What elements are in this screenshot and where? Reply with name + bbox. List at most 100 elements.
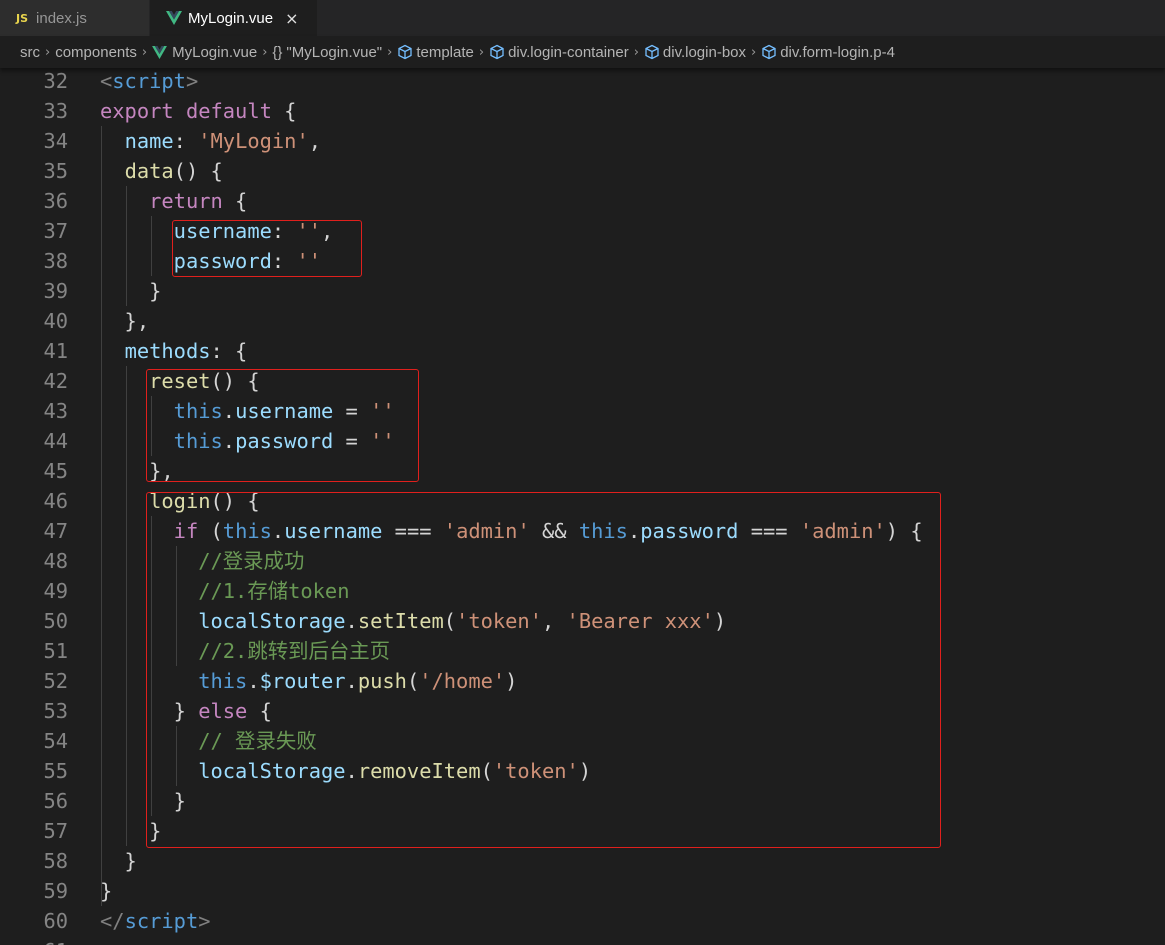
line-number: 51 — [43, 639, 68, 663]
chevron-right-icon: › — [262, 44, 268, 60]
code-token: methods — [124, 339, 211, 363]
line-number: 33 — [43, 99, 68, 123]
breadcrumb-file[interactable]: MyLogin.vue — [172, 44, 257, 61]
code-token: script — [112, 69, 186, 93]
chevron-right-icon: › — [141, 44, 148, 60]
chevron-right-icon: › — [45, 44, 51, 60]
code-token: script — [124, 909, 199, 933]
code-line: 34 name: 'MyLogin', — [0, 126, 1165, 156]
code-line: 35 data() { — [0, 156, 1165, 186]
code-token: } — [100, 879, 113, 903]
tab-index-js[interactable]: JS index.js — [0, 0, 150, 36]
code-text: methods: { — [100, 336, 248, 366]
line-number: 61 — [0, 936, 68, 945]
cube-icon — [397, 44, 413, 60]
cube-icon — [761, 44, 777, 60]
line-number: 46 — [43, 489, 68, 513]
code-line: 60 </script> — [0, 906, 1165, 936]
tab-mylogin-vue[interactable]: MyLogin.vue × — [150, 0, 318, 36]
line-number: 32 — [43, 69, 68, 93]
line-number: 54 — [43, 729, 68, 753]
close-tab-icon[interactable]: × — [285, 9, 298, 28]
code-text: return { — [100, 186, 247, 216]
code-token: () { — [173, 159, 223, 183]
line-number: 60 — [43, 909, 68, 933]
code-token: < — [100, 69, 113, 93]
code-text: <script> — [100, 66, 198, 96]
line-number: 37 — [43, 219, 68, 243]
code-line: 33 export default { — [0, 96, 1165, 126]
chevron-right-icon: › — [633, 44, 639, 60]
code-token: > — [185, 69, 199, 93]
breadcrumb-object[interactable]: "MyLogin.vue" — [286, 44, 382, 61]
code-token: return — [149, 189, 223, 213]
code-text: }, — [100, 306, 150, 336]
line-number: 34 — [43, 129, 68, 153]
code-token: data — [124, 159, 174, 183]
line-number: 47 — [43, 519, 68, 543]
code-token: export — [100, 99, 174, 123]
code-line: 41 methods: { — [0, 336, 1165, 366]
breadcrumb-src[interactable]: src — [20, 44, 40, 61]
breadcrumb-components[interactable]: components — [55, 44, 137, 61]
chevron-right-icon: › — [751, 44, 757, 60]
line-number: 36 — [43, 189, 68, 213]
breadcrumb-login-box[interactable]: div.login-box — [663, 44, 746, 61]
breadcrumb-template[interactable]: template — [416, 44, 474, 61]
code-text: data() { — [100, 156, 223, 186]
vue-file-icon — [152, 45, 168, 59]
object-braces-icon: {} — [272, 43, 283, 61]
line-number: 40 — [43, 309, 68, 333]
code-text: } — [100, 276, 161, 306]
cube-icon — [644, 44, 660, 60]
line-number: 49 — [43, 579, 68, 603]
code-token: : — [173, 129, 199, 153]
breadcrumb-login-container[interactable]: div.login-container — [508, 44, 629, 61]
breadcrumb-form-login[interactable]: div.form-login.p-4 — [780, 44, 895, 61]
code-token: default — [185, 99, 272, 123]
line-number: 38 — [43, 249, 68, 273]
code-token: : { — [210, 339, 248, 363]
line-number: 50 — [43, 609, 68, 633]
code-text: name: 'MyLogin', — [100, 126, 321, 156]
line-number: 58 — [43, 849, 68, 873]
code-token: } — [100, 849, 137, 873]
editor-tab-bar: JS index.js MyLogin.vue × — [0, 0, 1165, 36]
code-token: name — [124, 129, 174, 153]
code-token: > — [198, 909, 211, 933]
line-number: 39 — [43, 279, 68, 303]
code-line: 58 } — [0, 846, 1165, 876]
code-line: 32 <script> — [0, 66, 1165, 96]
tab-label: MyLogin.vue — [188, 9, 274, 27]
javascript-file-icon: JS — [16, 11, 29, 25]
code-token: 'MyLogin' — [198, 129, 309, 153]
code-token: }, — [100, 309, 150, 333]
code-text: export default { — [100, 96, 296, 126]
code-text: } — [100, 876, 112, 906]
line-number: 53 — [43, 699, 68, 723]
line-number: 42 — [43, 369, 68, 393]
code-line: 40 }, — [0, 306, 1165, 336]
line-number: 43 — [43, 399, 68, 423]
code-token: , — [308, 129, 322, 153]
highlight-box-reset — [146, 369, 419, 482]
line-number: 44 — [43, 429, 68, 453]
code-token: { — [271, 99, 297, 123]
line-number: 59 — [43, 879, 68, 903]
cube-icon — [489, 44, 505, 60]
line-number: 35 — [43, 159, 68, 183]
line-number: 52 — [43, 669, 68, 693]
chevron-right-icon: › — [478, 44, 485, 60]
highlight-box-data — [172, 220, 362, 277]
chevron-right-icon: › — [387, 44, 393, 60]
line-number: 57 — [43, 819, 68, 843]
code-token: { — [222, 189, 248, 213]
